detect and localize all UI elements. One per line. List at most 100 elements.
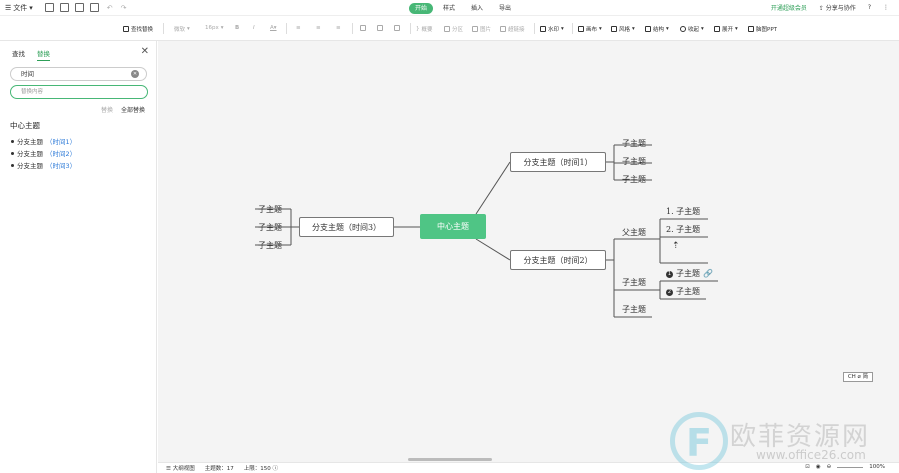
- format-painter-icon[interactable]: [89, 3, 99, 12]
- outline-view-button[interactable]: ☰ 大纲视图: [166, 464, 195, 472]
- section-button[interactable]: 分区: [444, 25, 463, 33]
- share-button[interactable]: ⇪ 分享与协作: [819, 3, 856, 12]
- chevron-down-icon: ▾: [29, 3, 33, 12]
- sub-topic[interactable]: 子主题: [258, 222, 282, 233]
- sub-topic[interactable]: 子主题: [622, 138, 646, 149]
- ppt-button[interactable]: 脑图PPT: [748, 25, 777, 33]
- sub-topic[interactable]: 子主题: [622, 156, 646, 167]
- collapse-icon: [680, 26, 686, 32]
- outline-button[interactable]: } 概要: [416, 25, 433, 33]
- replace-button[interactable]: 替换: [101, 105, 113, 114]
- style-icon: [611, 26, 617, 32]
- hyperlink-button[interactable]: 超链接: [500, 25, 525, 33]
- find-replace-label: 查找替换: [131, 27, 154, 33]
- search-input[interactable]: 时间 ✕: [10, 67, 147, 81]
- branch-topic-3[interactable]: 分支主题（时间3）: [299, 217, 394, 237]
- tab-export[interactable]: 导出: [493, 3, 517, 14]
- structure-icon: [645, 26, 651, 32]
- ribbon-tabs: 开始 样式 插入 导出: [409, 3, 517, 14]
- align-left-icon[interactable]: ≡: [296, 25, 301, 31]
- style-button[interactable]: 风格 ▾: [611, 25, 635, 33]
- vip-link[interactable]: 开通超级会员: [771, 3, 807, 12]
- replace-all-button[interactable]: 全部替换: [121, 105, 145, 114]
- result-item[interactable]: 分支主题 （时间2）: [11, 148, 76, 158]
- insert-parent-icon[interactable]: [394, 25, 400, 31]
- link-icon[interactable]: 🔗: [703, 269, 713, 278]
- tab-replace[interactable]: 替换: [37, 48, 50, 61]
- parent-topic[interactable]: 父主题: [622, 227, 646, 238]
- close-icon[interactable]: ✕: [141, 47, 149, 57]
- collapse-label: 收起: [688, 27, 700, 33]
- sub-topic[interactable]: 子主题: [258, 204, 282, 215]
- info-icon[interactable]: ⓘ: [272, 466, 278, 472]
- watermark-label: 水印: [548, 27, 560, 33]
- result-item[interactable]: 分支主题 （时间1）: [11, 136, 76, 146]
- file-menu[interactable]: ☰ 文件 ▾: [5, 3, 33, 13]
- replace-actions: 替换 全部替换: [101, 105, 145, 114]
- topic-limit: 上限：150 ⓘ: [244, 464, 278, 472]
- branch-topic-1[interactable]: 分支主题（时间1）: [510, 152, 606, 172]
- find-replace-button[interactable]: 查找替换: [123, 25, 153, 33]
- branch-topic-2[interactable]: 分支主题（时间2）: [510, 250, 606, 270]
- structure-label: 结构: [653, 27, 665, 33]
- tab-find[interactable]: 查找: [12, 48, 25, 61]
- result-text: 分支主题: [17, 138, 43, 146]
- badged-sub-topic[interactable]: 1 子主题 🔗: [666, 268, 713, 279]
- divider: [572, 23, 573, 34]
- save-icon[interactable]: [44, 3, 54, 12]
- image-icon: [472, 26, 478, 32]
- divider: [286, 23, 287, 34]
- result-match: （时间1）: [46, 138, 77, 146]
- menu-icon: ☰: [5, 3, 12, 12]
- sub-topic-label: 子主题: [676, 269, 700, 278]
- numbered-sub-topic[interactable]: 2. 子主题: [666, 224, 700, 235]
- font-color-icon[interactable]: A▾: [270, 25, 277, 31]
- more-icon[interactable]: ⋮: [883, 4, 889, 11]
- mindmap-canvas[interactable]: 中心主题 分支主题（时间1） 分支主题（时间2） 分支主题（时间3） 子主题 子…: [158, 41, 899, 462]
- result-match: （时间2）: [46, 150, 77, 158]
- sub-topic[interactable]: 子主题: [622, 277, 646, 288]
- clear-icon[interactable]: ✕: [131, 70, 139, 78]
- redo-icon[interactable]: ↷: [121, 4, 127, 12]
- tab-insert[interactable]: 插入: [465, 3, 489, 14]
- download-icon[interactable]: [59, 3, 69, 12]
- sub-topic[interactable]: 子主题: [258, 240, 282, 251]
- numbered-sub-topic[interactable]: 1. 子主题: [666, 206, 700, 217]
- font-size-select[interactable]: 16px ▾: [205, 25, 224, 31]
- font-family-select[interactable]: 微软 ▾: [174, 25, 190, 33]
- italic-icon[interactable]: I: [253, 25, 255, 31]
- canvas-label: 画布: [586, 27, 598, 33]
- insert-child-icon[interactable]: [377, 25, 383, 31]
- export-icon[interactable]: [74, 3, 84, 12]
- expand-label: 展开: [722, 27, 734, 33]
- center-topic[interactable]: 中心主题: [420, 214, 486, 239]
- horizontal-scrollbar[interactable]: [408, 458, 492, 461]
- undo-icon[interactable]: ↶: [107, 4, 113, 12]
- collapse-button[interactable]: 收起 ▾: [680, 25, 704, 33]
- badged-sub-topic[interactable]: 2 子主题: [666, 286, 700, 297]
- sub-topic[interactable]: 子主题: [622, 174, 646, 185]
- tab-start[interactable]: 开始: [409, 3, 434, 14]
- bold-icon[interactable]: B: [235, 25, 239, 31]
- brace-icon: }: [416, 26, 420, 32]
- image-button[interactable]: 图片: [472, 25, 491, 33]
- replace-placeholder: 替换内容: [21, 89, 44, 95]
- sub-topic[interactable]: 子主题: [622, 304, 646, 315]
- watermark-button[interactable]: 水印 ▾: [540, 25, 564, 33]
- canvas-button[interactable]: 画布 ▾: [578, 25, 602, 33]
- replace-input[interactable]: 替换内容: [10, 85, 148, 99]
- tab-style[interactable]: 样式: [437, 3, 461, 14]
- topic-limit-value: 150: [260, 466, 271, 472]
- style-label: 风格: [619, 27, 631, 33]
- chevron-down-icon: ▾: [735, 26, 738, 32]
- result-item[interactable]: 分支主题 （时间3）: [11, 160, 76, 170]
- insert-sibling-icon[interactable]: [360, 25, 366, 31]
- align-right-icon[interactable]: ≡: [336, 25, 341, 31]
- link-icon: [500, 26, 506, 32]
- expand-button[interactable]: 展开 ▾: [714, 25, 738, 33]
- structure-button[interactable]: 结构 ▾: [645, 25, 669, 33]
- results-title: 中心主题: [10, 121, 40, 130]
- help-icon[interactable]: ?: [868, 4, 871, 11]
- align-center-icon[interactable]: ≡: [316, 25, 321, 31]
- divider: [352, 23, 353, 34]
